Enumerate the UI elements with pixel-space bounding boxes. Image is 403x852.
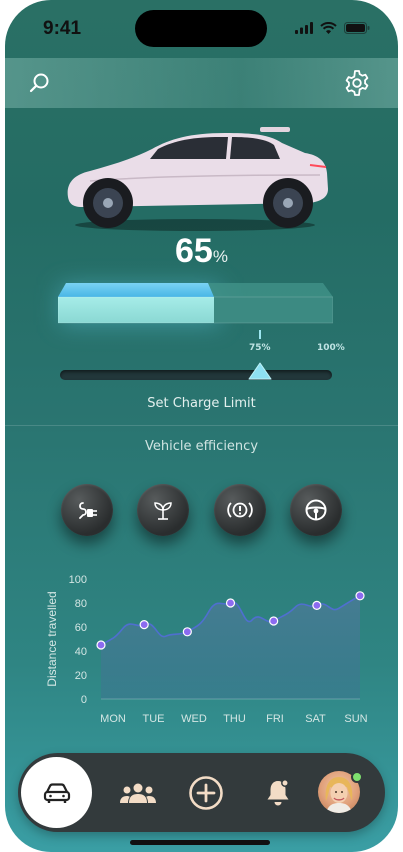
y-tick-label: 0 [81, 694, 87, 706]
steering-button[interactable] [290, 484, 342, 536]
charge-percentage: 65% [5, 232, 398, 271]
x-tick-label: SUN [344, 713, 367, 725]
data-point [182, 627, 192, 637]
section-divider [5, 425, 398, 426]
x-tick-label: THU [223, 713, 246, 725]
y-tick-label: 60 [75, 622, 87, 634]
eco-button[interactable] [137, 484, 189, 536]
x-tick-label: TUE [143, 713, 165, 725]
x-tick-label: MON [100, 713, 126, 725]
status-bar: 9:41 [5, 0, 398, 58]
charge-limit-slider-thumb[interactable] [248, 362, 272, 380]
eco-sprout-icon [154, 502, 172, 520]
battery-status-icon [344, 22, 370, 34]
charge-limit-caption: Set Charge Limit [147, 396, 256, 411]
y-tick-label: 80 [75, 598, 87, 610]
charge-limit-marker [259, 330, 261, 339]
notification-bell-icon [267, 779, 289, 806]
top-toolbar [5, 58, 398, 108]
home-indicator [130, 840, 270, 845]
data-point [269, 616, 279, 626]
vehicle-image [67, 127, 328, 231]
efficiency-title: Vehicle efficiency [144, 439, 259, 454]
app-screen: 9:41 65% 75% 100% Set Charge Limit Vehic… [5, 0, 398, 852]
car-icon [43, 782, 70, 803]
charging-button[interactable] [61, 484, 113, 536]
status-time: 9:41 [43, 18, 82, 39]
status-icons [295, 22, 370, 34]
brake-warning-icon [227, 502, 253, 518]
battery-level-bar [58, 283, 333, 324]
tab-add[interactable] [186, 773, 226, 813]
y-tick-label: 100 [69, 574, 87, 586]
distance-chart: 0 20 40 60 80 100 Distance travelled MON TUE WED T… [45, 574, 368, 725]
data-point [355, 591, 365, 601]
tab-notifications[interactable] [258, 773, 298, 813]
charge-limit-mark-100: 100% [317, 343, 345, 353]
data-point [312, 600, 322, 611]
charge-value: 65 [175, 232, 213, 270]
data-point [96, 640, 106, 650]
y-axis-label: Distance travelled [45, 591, 59, 686]
dynamic-island [135, 10, 267, 47]
cellular-signal-icon [295, 22, 313, 34]
x-tick-label: WED [181, 713, 207, 725]
bottom-tab-bar [18, 753, 385, 832]
charging-plug-icon [79, 502, 97, 519]
x-tick-label: FRI [266, 713, 284, 725]
add-circle-icon [189, 776, 223, 810]
charge-unit: % [212, 247, 228, 266]
y-tick-label: 20 [75, 670, 87, 682]
y-tick-label: 40 [75, 646, 87, 658]
steering-wheel-icon [305, 499, 327, 521]
chart-area-fill [101, 595, 360, 699]
brake-button[interactable] [214, 484, 266, 536]
data-point [139, 619, 149, 630]
charge-limit-mark-75: 75% [249, 343, 271, 353]
charge-limit-slider[interactable] [60, 370, 332, 380]
search-icon[interactable] [27, 70, 53, 96]
wifi-icon [320, 22, 337, 34]
tab-vehicle[interactable] [21, 757, 92, 828]
data-point [225, 598, 236, 608]
x-tick-label: SAT [305, 713, 326, 725]
gear-icon[interactable] [342, 68, 372, 98]
group-icon [120, 783, 156, 803]
tab-community[interactable] [118, 773, 158, 813]
online-status-dot [351, 771, 363, 783]
